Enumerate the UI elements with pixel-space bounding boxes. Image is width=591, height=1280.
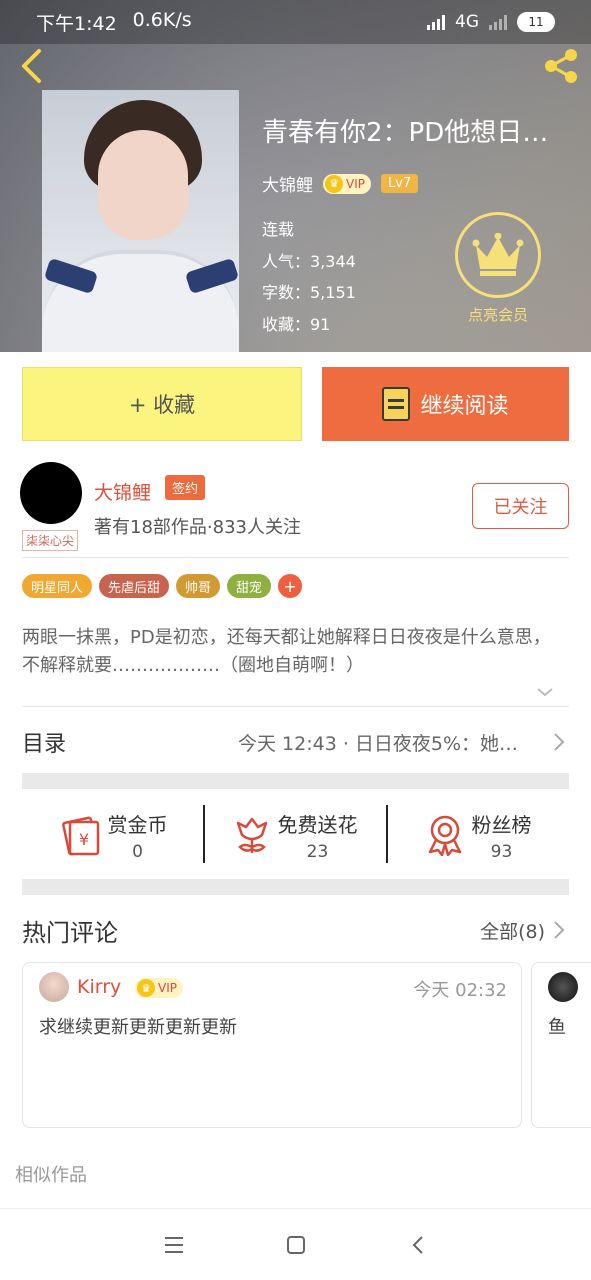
network-label: 4G xyxy=(455,12,479,32)
vip-label: VIP xyxy=(158,981,177,995)
battery-icon: 11 xyxy=(517,12,555,32)
stat-label: 赏金币 xyxy=(107,812,168,837)
interaction-stats: ¥ 赏金币 0 免费送花 23 粉丝榜 93 xyxy=(22,805,569,865)
medal-icon xyxy=(428,815,461,856)
stat-value: 0 xyxy=(132,841,143,862)
author-name[interactable]: 大锦鲤 xyxy=(94,478,151,505)
menu-button[interactable] xyxy=(162,1233,186,1257)
crown-icon: ♛ xyxy=(325,174,343,193)
hero-header: 下午1:42 0.6K/s 4G 11 青春有你2：PD他想日日… 大锦鲤 ♛ … xyxy=(0,0,591,352)
tag-list: 明星同人 先虐后甜 帅哥 甜宠 + xyxy=(22,574,303,598)
reward-coins-button[interactable]: ¥ 赏金币 0 xyxy=(22,805,203,865)
home-square-icon xyxy=(286,1235,305,1254)
section-separator xyxy=(22,773,569,789)
comment-card[interactable]: Kirry ♛ VIP 今天 02:32 求继续更新更新更新更新 xyxy=(22,962,522,1128)
back-button[interactable] xyxy=(12,44,52,88)
action-row: + 收藏 继续阅读 xyxy=(22,367,569,441)
commenter-name[interactable]: Kirry xyxy=(77,976,121,998)
divider xyxy=(22,557,569,558)
svg-text:¥: ¥ xyxy=(78,830,88,849)
stat-label: 粉丝榜 xyxy=(471,812,532,837)
comments-header: 热门评论 全部(8) xyxy=(22,912,569,948)
back-chevron-icon xyxy=(412,1235,423,1254)
author-card: 柒柒心尖 大锦鲤 签约 著有18部作品·833人关注 已关注 xyxy=(20,462,571,554)
book-description: 两眼一抹黑，PD是初恋，还每天都让她解释日日夜夜是什么意思，不解释就要……………… xyxy=(22,627,551,676)
add-tag-button[interactable]: + xyxy=(278,574,303,598)
chevron-right-icon xyxy=(554,733,565,751)
tag-item[interactable]: 明星同人 xyxy=(22,574,93,598)
member-button[interactable]: 点亮会员 xyxy=(455,212,541,325)
tag-item[interactable]: 甜宠 xyxy=(227,574,272,598)
comment-time: 今天 02:32 xyxy=(413,980,507,1001)
author-meta: 著有18部作品·833人关注 xyxy=(94,517,301,538)
vip-label: VIP xyxy=(346,176,365,191)
comment-text: 求继续更新更新更新更新 xyxy=(39,1017,237,1038)
member-ring xyxy=(455,212,541,298)
tag-item[interactable]: 先虐后甜 xyxy=(99,574,170,598)
level-badge: Lv7 xyxy=(380,174,419,193)
book-icon xyxy=(382,387,411,421)
stat-label: 免费送花 xyxy=(277,812,358,837)
book-detail-page: 下午1:42 0.6K/s 4G 11 青春有你2：PD他想日日… 大锦鲤 ♛ … xyxy=(0,0,591,1280)
expand-chevron-icon[interactable] xyxy=(535,682,555,702)
follow-button[interactable]: 已关注 xyxy=(472,483,569,529)
book-cover-image[interactable] xyxy=(42,90,239,352)
signal-icon xyxy=(427,14,445,30)
continue-reading-button[interactable]: 继续阅读 xyxy=(322,367,569,441)
signed-badge: 签约 xyxy=(165,475,206,500)
avatar-tag: 柒柒心尖 xyxy=(22,530,79,551)
share-button[interactable] xyxy=(539,44,583,88)
system-back-button[interactable] xyxy=(406,1233,430,1257)
author-avatar[interactable] xyxy=(20,462,82,524)
chevron-right-icon xyxy=(554,921,565,939)
signal-2-icon xyxy=(489,14,507,30)
stat-value: 93 xyxy=(490,841,513,862)
commenter-avatar[interactable] xyxy=(39,972,69,1002)
book-title: 青春有你2：PD他想日日… xyxy=(262,118,574,148)
menu-icon xyxy=(164,1236,183,1253)
comments-title: 热门评论 xyxy=(22,918,118,947)
commenter-avatar[interactable] xyxy=(548,972,578,1002)
system-nav-bar xyxy=(0,1208,591,1280)
comment-text: 鱼 xyxy=(548,1017,566,1038)
status-bar: 下午1:42 0.6K/s 4G 11 xyxy=(0,0,591,44)
vip-badge: ♛ VIP xyxy=(135,978,183,998)
toc-title: 目录 xyxy=(22,732,67,757)
table-of-contents-row[interactable]: 目录 今天 12:43 · 日日夜夜5%：她… xyxy=(22,720,569,764)
tag-item[interactable]: 帅哥 xyxy=(176,574,221,598)
flower-icon xyxy=(236,817,267,853)
stat-value: 23 xyxy=(306,841,329,862)
crown-icon xyxy=(472,233,524,276)
home-button[interactable] xyxy=(284,1233,308,1257)
book-author[interactable]: 大锦鲤 xyxy=(262,171,313,196)
toc-latest-chapter: 今天 12:43 · 日日夜夜5%：她… xyxy=(238,732,519,755)
similar-works-title: 相似作品 xyxy=(15,1165,87,1186)
share-icon xyxy=(545,49,577,83)
status-time: 下午1:42 xyxy=(36,12,117,35)
battery-level: 11 xyxy=(528,15,544,29)
crown-icon: ♛ xyxy=(137,979,155,997)
divider xyxy=(22,706,569,707)
member-label: 点亮会员 xyxy=(467,306,528,324)
all-comments-link[interactable]: 全部(8) xyxy=(480,917,545,944)
vip-badge: ♛ VIP xyxy=(323,173,371,194)
fan-ranking-button[interactable]: 粉丝榜 93 xyxy=(388,805,569,865)
favorite-button[interactable]: + 收藏 xyxy=(22,367,302,441)
coin-envelope-icon: ¥ xyxy=(61,816,99,856)
back-arrow-icon xyxy=(22,49,41,83)
status-speed: 0.6K/s xyxy=(132,8,192,31)
comment-card[interactable]: 鱼 xyxy=(531,962,591,1128)
section-separator xyxy=(22,879,569,895)
continue-reading-label: 继续阅读 xyxy=(420,394,509,419)
free-flower-button[interactable]: 免费送花 23 xyxy=(205,805,386,865)
